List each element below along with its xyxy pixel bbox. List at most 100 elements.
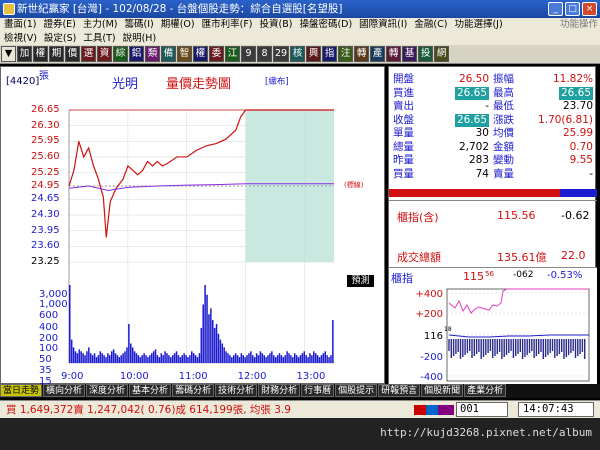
minimize-button[interactable]: _	[548, 2, 563, 16]
toolbar-button-15[interactable]: 9	[241, 46, 256, 62]
time-tick-label: 9:00	[61, 371, 84, 382]
toolbar-button-17[interactable]: 29	[273, 46, 290, 62]
menu-finance[interactable]: 金融(C)	[414, 19, 447, 30]
menu-main[interactable]: 主力(M)	[83, 19, 118, 30]
toolbar-button-25[interactable]: 基	[402, 46, 418, 62]
volume-bar	[198, 353, 201, 363]
quote-value: 2,702	[458, 140, 489, 153]
toolbar-button-21[interactable]: 注	[338, 46, 354, 62]
tab-2[interactable]: 深度分析	[86, 384, 129, 397]
quote-label: 買進	[393, 86, 414, 99]
time-tick-label: 11:00	[178, 371, 208, 382]
close-button[interactable]: ×	[582, 2, 597, 16]
mini-tick-label: +200	[416, 309, 443, 320]
volume-tick-label: 50	[39, 354, 52, 365]
toolbar-button-16[interactable]: 8	[257, 46, 272, 62]
tab-8[interactable]: 個股提示	[335, 384, 378, 397]
toolbar-button-5[interactable]: 選	[81, 46, 96, 62]
predict-button[interactable]: 預測	[347, 275, 374, 287]
toolbar-button-12[interactable]: 權	[193, 46, 208, 62]
volume-bar	[84, 355, 86, 363]
volume-bar	[213, 327, 216, 363]
tab-10[interactable]: 個股新聞	[421, 384, 464, 397]
toolbar-button-9[interactable]: 類	[145, 46, 160, 62]
volume-bar	[210, 308, 212, 363]
menu-functions[interactable]: 功能選擇(J)	[454, 19, 502, 30]
toolbar-button-4[interactable]: 價	[65, 46, 80, 62]
volume-bar	[217, 333, 220, 363]
volume-bar	[95, 357, 98, 363]
quote-value: 1.70(6.81)	[538, 113, 593, 126]
tab-0[interactable]: 當日走勢	[0, 384, 43, 397]
tab-4[interactable]: 籌碼分析	[172, 384, 215, 397]
toolbar-button-24[interactable]: 轉	[386, 46, 402, 62]
volume-tick-label: 600	[39, 310, 59, 321]
maximize-button[interactable]: □	[565, 2, 580, 16]
volume-bar	[234, 353, 237, 363]
toolbar-button-19[interactable]: 興	[306, 46, 322, 62]
price-tick-label: 23.60	[31, 240, 60, 252]
volume-bar	[110, 351, 113, 363]
volume-bar	[103, 355, 105, 363]
volume-bar	[139, 357, 142, 363]
volume-bar	[253, 357, 256, 363]
menu-intl-info[interactable]: 國際資訊(I)	[359, 19, 407, 30]
menu-bar-2: 檢視(V) 設定(S) 工具(T) 說明(H)	[0, 32, 600, 45]
window-title: 新世紀贏家 [台灣] - 102/08/28 - 台盤個股走勢：綜合自選股[名望…	[17, 3, 343, 15]
menu-help[interactable]: 說明(H)	[123, 33, 157, 44]
toolbar-button-13[interactable]: 委	[209, 46, 224, 62]
toolbar-button-10[interactable]: 備	[161, 46, 176, 62]
menu-trading-code[interactable]: 操盤密碼(D)	[299, 19, 352, 30]
menu-chips[interactable]: 籌碼(I)	[125, 19, 154, 30]
menu-settings[interactable]: 設定(S)	[44, 33, 76, 44]
volume-bar	[189, 355, 191, 363]
toolbar-button-3[interactable]: 期	[49, 46, 64, 62]
toolbar-button-23[interactable]: 產	[370, 46, 386, 62]
toolbar-button-20[interactable]: 指	[322, 46, 338, 62]
tab-3[interactable]: 基本分析	[129, 384, 172, 397]
volume-tick-label: 100	[39, 343, 59, 354]
toolbar-button-26[interactable]: 投	[418, 46, 434, 62]
volume-bar	[328, 357, 330, 363]
tab-6[interactable]: 財務分析	[258, 384, 301, 397]
toolbar-button-6[interactable]: 資	[97, 46, 112, 62]
tab-7[interactable]: 行事曆	[301, 384, 335, 397]
tab-1[interactable]: 橫向分析	[43, 384, 86, 397]
tab-5[interactable]: 技術分析	[215, 384, 258, 397]
tab-11[interactable]: 產業分析	[464, 384, 507, 397]
toolbar-button-18[interactable]: 核	[290, 46, 306, 62]
menu-invest[interactable]: 投資(B)	[260, 19, 293, 30]
quote-label: 漲跌	[493, 113, 514, 126]
volume-bar	[263, 355, 265, 363]
menu-tools[interactable]: 工具(T)	[83, 33, 115, 44]
menu-securities[interactable]: 證券(E)	[43, 19, 75, 30]
mini-index-pct: -0.53%	[547, 270, 583, 281]
toolbar-button-22[interactable]: 轉	[354, 46, 370, 62]
volume-bar	[194, 355, 197, 363]
toolbar-button-27[interactable]: 網	[434, 46, 450, 62]
menu-screen[interactable]: 畫面(1)	[4, 19, 36, 30]
volume-bar	[114, 353, 117, 363]
volume-bar	[91, 355, 94, 363]
tab-9[interactable]: 研報預言	[378, 384, 421, 397]
mini-tick-label: -200	[420, 352, 443, 363]
toolbar-button-0[interactable]: ▼	[1, 46, 16, 62]
function-ops-label[interactable]: 功能操作	[560, 18, 598, 32]
volume-bar	[166, 353, 168, 363]
quote-label: 昨量	[393, 154, 414, 166]
volume-bar	[320, 355, 323, 363]
field-code[interactable]: 001	[456, 402, 508, 417]
toolbar-button-2[interactable]: 權	[33, 46, 48, 62]
quote-label: 金額	[493, 140, 514, 153]
menu-view[interactable]: 檢視(V)	[4, 33, 37, 44]
menu-options[interactable]: 期權(O)	[161, 19, 195, 30]
toolbar-button-11[interactable]: 智	[177, 46, 192, 62]
trade-summary: 買 1,649,372賣 1,247,042( 0.76)成 614,199張,…	[6, 404, 291, 416]
volume-bar	[156, 355, 159, 363]
toolbar-button-8[interactable]: 鋁	[129, 46, 144, 62]
toolbar-button-7[interactable]: 綜	[113, 46, 128, 62]
volume-bar	[313, 351, 315, 363]
toolbar-button-14[interactable]: 江	[225, 46, 240, 62]
toolbar-button-1[interactable]: 加	[17, 46, 32, 62]
menu-forex[interactable]: 匯市利率(F)	[202, 19, 253, 30]
